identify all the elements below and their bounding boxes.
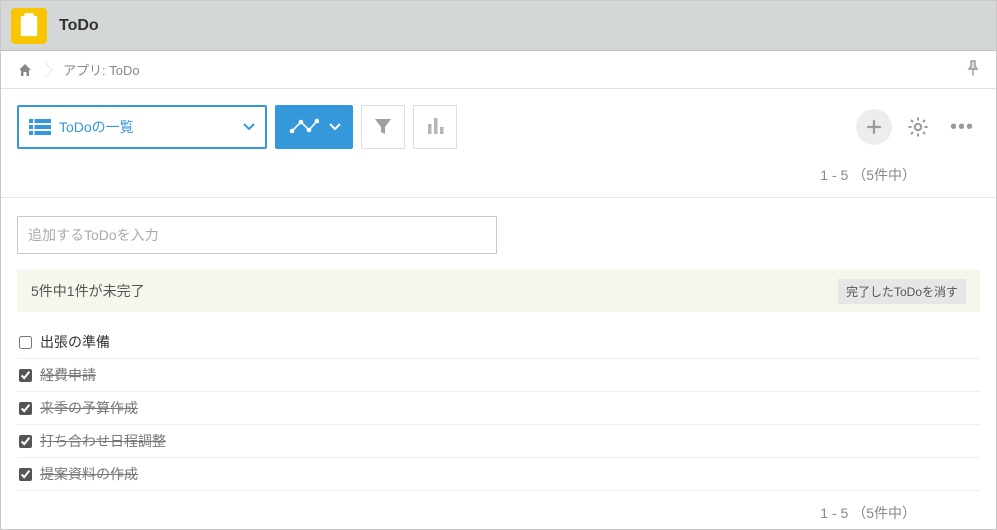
breadcrumb-current: アプリ: ToDo [63, 60, 140, 79]
todo-label: 来季の予算作成 [40, 398, 138, 418]
pin-icon[interactable] [966, 60, 980, 79]
breadcrumb-separator-icon [45, 62, 53, 78]
todo-row: 提案資料の作成 [17, 458, 980, 491]
gear-icon [907, 116, 929, 138]
todo-label: 経費申請 [40, 365, 96, 385]
status-bar: 5件中1件が未完了 完了したToDoを消す [17, 270, 980, 312]
add-record-button[interactable] [856, 109, 892, 145]
more-menu-button[interactable]: ••• [944, 116, 980, 139]
funnel-icon [373, 116, 393, 139]
todo-label: 出張の準備 [40, 332, 110, 352]
todo-row: 経費申請 [17, 359, 980, 392]
settings-button[interactable] [900, 109, 936, 145]
home-icon[interactable] [17, 62, 33, 78]
todo-checkbox[interactable] [19, 435, 32, 448]
todo-row: 出張の準備 [17, 326, 980, 359]
line-chart-icon [289, 117, 319, 137]
pager-top: 1 - 5 （5件中） [1, 159, 996, 198]
chevron-down-icon [329, 123, 341, 131]
view-selector-label: ToDoの一覧 [59, 117, 134, 137]
app-icon [11, 8, 47, 44]
view-selector[interactable]: ToDoの一覧 [17, 105, 267, 149]
chevron-down-icon [243, 123, 255, 131]
todo-label: 打ち合わせ日程調整 [40, 431, 166, 451]
toolbar: ToDoの一覧 [1, 89, 996, 159]
todo-list: 出張の準備 経費申請 来季の予算作成 打ち合わせ日程調整 提案資料の作成 [17, 326, 980, 491]
status-text: 5件中1件が未完了 [31, 281, 145, 301]
todo-checkbox[interactable] [19, 336, 32, 349]
filter-button[interactable] [361, 105, 405, 149]
todo-row: 来季の予算作成 [17, 392, 980, 425]
todo-checkbox[interactable] [19, 369, 32, 382]
add-todo-placeholder: 追加するToDoを入力 [28, 225, 159, 245]
plus-icon [866, 119, 882, 135]
bar-chart-icon [425, 116, 445, 139]
content-area: 追加するToDoを入力 5件中1件が未完了 完了したToDoを消す 出張の準備 … [1, 198, 996, 495]
graph-view-button[interactable] [275, 105, 353, 149]
app-header: ToDo [1, 1, 996, 51]
bar-chart-button[interactable] [413, 105, 457, 149]
todo-checkbox[interactable] [19, 402, 32, 415]
pager-bottom: 1 - 5 （5件中） [1, 495, 996, 523]
clear-completed-button[interactable]: 完了したToDoを消す [838, 279, 966, 304]
breadcrumb: アプリ: ToDo [1, 51, 996, 89]
todo-label: 提案資料の作成 [40, 464, 138, 484]
ellipsis-icon: ••• [950, 116, 974, 138]
app-title: ToDo [59, 17, 99, 35]
todo-checkbox[interactable] [19, 468, 32, 481]
todo-row: 打ち合わせ日程調整 [17, 425, 980, 458]
table-view-icon [29, 119, 51, 135]
add-todo-input[interactable]: 追加するToDoを入力 [17, 216, 497, 254]
